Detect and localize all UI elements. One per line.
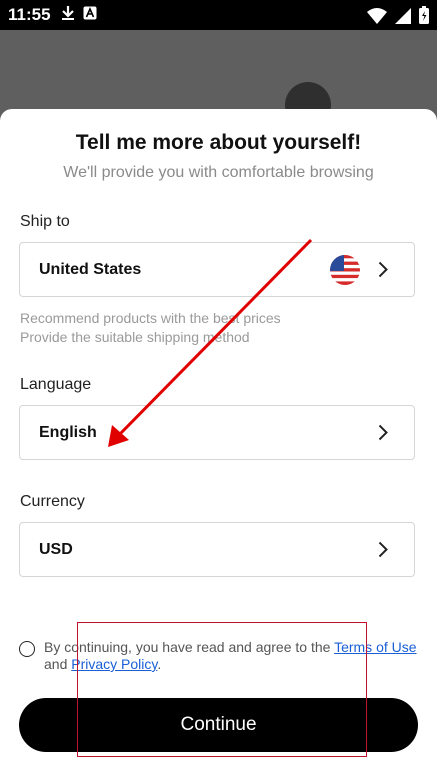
notification-a-icon [83, 6, 97, 25]
agreement-suffix: . [157, 656, 162, 672]
agreement-text: By continuing, you have read and agree t… [44, 639, 419, 673]
sheet-subtitle: We'll provide you with comfortable brows… [63, 164, 374, 181]
privacy-policy-link[interactable]: Privacy Policy [71, 656, 157, 672]
continue-button[interactable]: Continue [19, 698, 418, 752]
ship-to-value: United States [39, 260, 142, 278]
signal-icon [395, 7, 411, 29]
wifi-icon [367, 7, 387, 29]
battery-icon [419, 6, 429, 29]
status-time: 11:55 [8, 5, 51, 24]
currency-value: USD [39, 540, 73, 558]
ship-to-label: Ship to [20, 213, 70, 230]
language-select[interactable]: English [19, 405, 415, 460]
ship-to-hint-2: Provide the suitable shipping method [20, 329, 250, 345]
us-flag-icon [330, 255, 360, 285]
status-right-icons [367, 6, 429, 29]
preferences-sheet: Tell me more about yourself! We'll provi… [0, 109, 437, 776]
currency-select[interactable]: USD [19, 522, 415, 577]
ship-to-select[interactable]: United States [19, 242, 415, 297]
language-label: Language [20, 376, 92, 393]
status-bar: 11:55 [0, 0, 437, 30]
agreement-prefix: By continuing, you have read and agree t… [44, 639, 335, 655]
chevron-right-icon [378, 541, 388, 563]
currency-label: Currency [20, 493, 85, 510]
background-overlay[interactable] [0, 30, 437, 120]
chevron-right-icon [378, 424, 388, 446]
terms-link[interactable]: Terms of Use [334, 639, 416, 655]
chevron-right-icon [378, 261, 388, 283]
language-value: English [39, 423, 97, 441]
status-left-icons [61, 5, 97, 26]
sheet-title: Tell me more about yourself! [75, 131, 362, 154]
agree-radio[interactable] [19, 641, 35, 657]
agreement-middle: and [44, 656, 72, 672]
download-icon [61, 5, 75, 26]
ship-to-hint-1: Recommend products with the best prices [20, 310, 281, 326]
